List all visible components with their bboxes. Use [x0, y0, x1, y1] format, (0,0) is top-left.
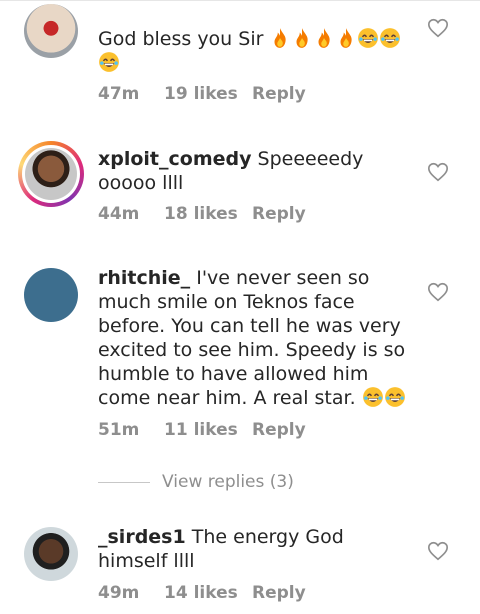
- comment-time: 49m: [98, 583, 140, 603]
- reply-button[interactable]: Reply: [252, 583, 306, 603]
- grinning-tears-emoji-icon: [384, 387, 405, 407]
- grinning-tears-emoji-icon: [362, 387, 383, 407]
- comment-meta: 51m 11 likes Reply: [98, 420, 306, 440]
- fire-emoji-icon: [318, 28, 331, 48]
- comment-body: _sirdes1 The energy God himself llll: [98, 525, 408, 573]
- top-divider: [0, 0, 480, 1]
- comment-body: God bless you Sir: [98, 27, 408, 75]
- grinning-tears-emoji-icon: [380, 28, 401, 48]
- fire-emoji-icon: [296, 28, 309, 48]
- comment-meta: 47m 19 likes Reply: [98, 84, 306, 104]
- view-replies-label[interactable]: View replies (3): [162, 472, 294, 492]
- heart-outline-icon[interactable]: [427, 540, 449, 562]
- avatar: [25, 148, 77, 200]
- comment-body: xploit_comedy Speeeeedy ooooo llll: [98, 147, 408, 195]
- comment-username[interactable]: rhitchie_: [98, 267, 190, 289]
- like-count[interactable]: 18 likes: [164, 204, 252, 224]
- heart-outline-icon[interactable]: [427, 281, 449, 303]
- like-count[interactable]: 19 likes: [164, 84, 252, 104]
- view-replies-button[interactable]: View replies (3): [98, 472, 294, 492]
- avatar[interactable]: [24, 527, 78, 581]
- comment-username[interactable]: _sirdes1: [98, 526, 186, 548]
- comment-meta: 44m 18 likes Reply: [98, 204, 306, 224]
- avatar[interactable]: [24, 268, 78, 322]
- view-replies-divider: [98, 481, 150, 483]
- comment-time: 51m: [98, 420, 140, 440]
- heart-outline-icon[interactable]: [427, 17, 449, 39]
- comment-time: 44m: [98, 204, 140, 224]
- like-count[interactable]: 14 likes: [164, 583, 252, 603]
- fire-emoji-icon: [340, 28, 353, 48]
- reply-button[interactable]: Reply: [252, 204, 306, 224]
- like-count[interactable]: 11 likes: [164, 420, 252, 440]
- comment-username[interactable]: xploit_comedy: [98, 148, 252, 170]
- comment-text: God bless you Sir: [98, 28, 264, 50]
- avatar[interactable]: [24, 4, 78, 58]
- comment-body: rhitchie_ I've never seen so much smile …: [98, 266, 408, 410]
- reply-button[interactable]: Reply: [252, 84, 306, 104]
- comment-time: 47m: [98, 84, 140, 104]
- fire-emoji-icon: [274, 28, 287, 48]
- emoji-row: [362, 387, 406, 409]
- grinning-tears-emoji-icon: [99, 52, 119, 72]
- avatar-story-ring[interactable]: [18, 141, 84, 207]
- reply-button[interactable]: Reply: [252, 420, 306, 440]
- grinning-tears-emoji-icon: [358, 28, 379, 48]
- heart-outline-icon[interactable]: [427, 161, 449, 183]
- comment-meta: 49m 14 likes Reply: [98, 583, 306, 603]
